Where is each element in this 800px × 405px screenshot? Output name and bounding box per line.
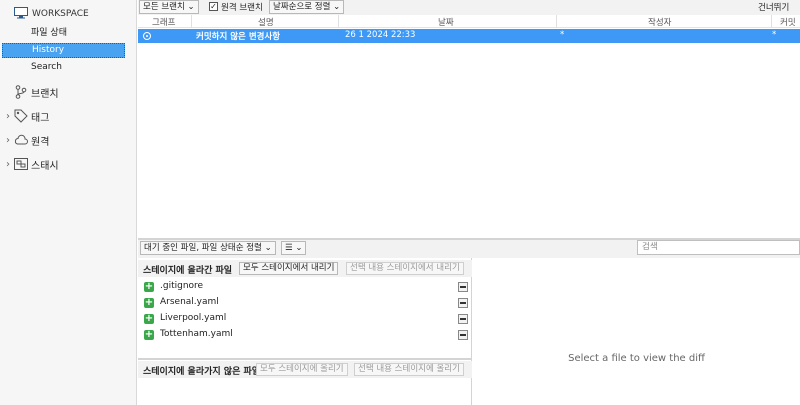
stage-all-button[interactable]: 모두 스테이지에 올리기 (256, 363, 348, 376)
commit-author: * (560, 30, 565, 40)
list-icon: ☰ (285, 243, 293, 253)
added-icon: + (144, 297, 154, 308)
diff-pane: Select a file to view the diff (473, 258, 800, 405)
unstaged-title: 스테이지에 올라가지 않은 파일 (143, 367, 261, 377)
group-label: 원격 (31, 136, 50, 148)
group-label: 브랜치 (31, 88, 59, 100)
chevron-right-icon[interactable]: › (3, 135, 13, 146)
column-description[interactable]: 설명 (258, 16, 274, 28)
branch-icon (14, 85, 28, 99)
column-date[interactable]: 날짜 (438, 16, 454, 28)
sort-dropdown[interactable]: 날짜순으로 정렬 ⌄ (269, 0, 345, 14)
file-name: Arsenal.yaml (160, 297, 219, 307)
unstage-file-button[interactable] (458, 282, 468, 292)
remote-branches-checkbox[interactable]: ✓ (209, 2, 218, 11)
commit-description: 커밋하지 않은 변경사항 (196, 32, 281, 42)
sidebar-group-stashes[interactable]: › 스태시 (3, 156, 59, 172)
monitor-icon (14, 6, 28, 22)
file-name: .gitignore (160, 281, 204, 291)
sidebar-item-history[interactable]: History (2, 43, 125, 58)
file-filter-dropdown[interactable]: 대기 중인 파일, 파일 상태순 정렬 ⌄ (140, 241, 276, 255)
workspace-label: WORKSPACE (32, 9, 89, 19)
unstage-file-button[interactable] (458, 330, 468, 340)
column-graph[interactable]: 그래프 (152, 16, 175, 28)
search-input[interactable]: 검색 (637, 240, 800, 255)
stash-icon (14, 157, 28, 171)
branches-dropdown[interactable]: 모든 브랜치 ⌄ (139, 0, 199, 14)
sidebar-item-file-status[interactable]: 파일 상태 (2, 26, 125, 41)
added-icon: + (144, 329, 154, 340)
staged-file-row[interactable]: + Tottenham.yaml (138, 327, 472, 343)
sidebar-item-label: 파일 상태 (31, 28, 67, 38)
chevron-right-icon[interactable]: › (3, 159, 13, 170)
chevron-down-icon: ⌄ (264, 243, 272, 253)
tag-icon (14, 109, 28, 123)
added-icon: + (144, 281, 154, 292)
group-label: 스태시 (31, 160, 59, 172)
stage-selected-button[interactable]: 선택 내용 스테이지에 올리기 (354, 363, 464, 376)
staged-file-row[interactable]: + Arsenal.yaml (138, 295, 472, 311)
column-commit[interactable]: 커밋 (780, 16, 796, 28)
sidebar-item-label: Search (31, 62, 62, 72)
graph-node-icon (143, 32, 151, 40)
unstage-all-button[interactable]: 모두 스테이지에서 내리기 (239, 262, 339, 275)
unstage-file-button[interactable] (458, 298, 468, 308)
chevron-right-icon[interactable]: › (3, 111, 13, 122)
commit-hash: * (772, 30, 777, 40)
sidebar-item-search[interactable]: Search (2, 60, 125, 75)
unstaged-header: 스테이지에 올라가지 않은 파일 모두 스테이지에 올리기 선택 내용 스테이지… (138, 361, 472, 378)
sidebar-group-remotes[interactable]: › 원격 (3, 132, 49, 148)
history-toolbar: 모든 브랜치 ⌄ ✓ 원격 브랜치 날짜순으로 정렬 ⌄ 건너뛰기 (138, 0, 800, 15)
staged-file-row[interactable]: + Liverpool.yaml (138, 311, 472, 327)
sidebar-group-tags[interactable]: › 태그 (3, 108, 49, 124)
commit-row[interactable]: 커밋하지 않은 변경사항 26 1 2024 22:33 * * (138, 29, 800, 43)
commit-list-header: 그래프 설명 날짜 작성자 커밋 (138, 15, 800, 28)
sidebar-item-label: History (32, 45, 65, 55)
view-mode-dropdown[interactable]: ☰ ⌄ (281, 241, 307, 255)
commit-date: 26 1 2024 22:33 (345, 30, 416, 40)
cloud-icon (14, 133, 28, 147)
sidebar: WORKSPACE 파일 상태 History Search 브랜치 › 태그 … (0, 0, 137, 405)
file-name: Tottenham.yaml (160, 329, 233, 339)
chevron-down-icon: ⌄ (295, 243, 303, 253)
added-icon: + (144, 313, 154, 324)
file-name: Liverpool.yaml (160, 313, 227, 323)
remote-branches-label: 원격 브랜치 (221, 3, 263, 13)
staged-title: 스테이지에 올라간 파일 (143, 266, 233, 276)
unstage-selected-button[interactable]: 선택 내용 스테이지에서 내리기 (346, 262, 464, 275)
staged-header: 스테이지에 올라간 파일 모두 스테이지에서 내리기 선택 내용 스테이지에서 … (138, 260, 472, 277)
file-pane: 스테이지에 올라간 파일 모두 스테이지에서 내리기 선택 내용 스테이지에서 … (138, 258, 472, 405)
section-splitter[interactable] (138, 358, 472, 360)
skip-label[interactable]: 건너뛰기 (758, 1, 789, 13)
chevron-down-icon: ⌄ (187, 2, 195, 12)
column-author[interactable]: 작성자 (648, 16, 671, 28)
sidebar-group-branches[interactable]: 브랜치 (3, 84, 59, 100)
group-label: 태그 (31, 112, 50, 124)
staged-file-row[interactable]: + .gitignore (138, 279, 472, 295)
workspace-header[interactable]: WORKSPACE (14, 6, 89, 22)
diff-placeholder: Select a file to view the diff (568, 353, 705, 364)
unstage-file-button[interactable] (458, 314, 468, 324)
chevron-down-icon: ⌄ (333, 2, 341, 12)
